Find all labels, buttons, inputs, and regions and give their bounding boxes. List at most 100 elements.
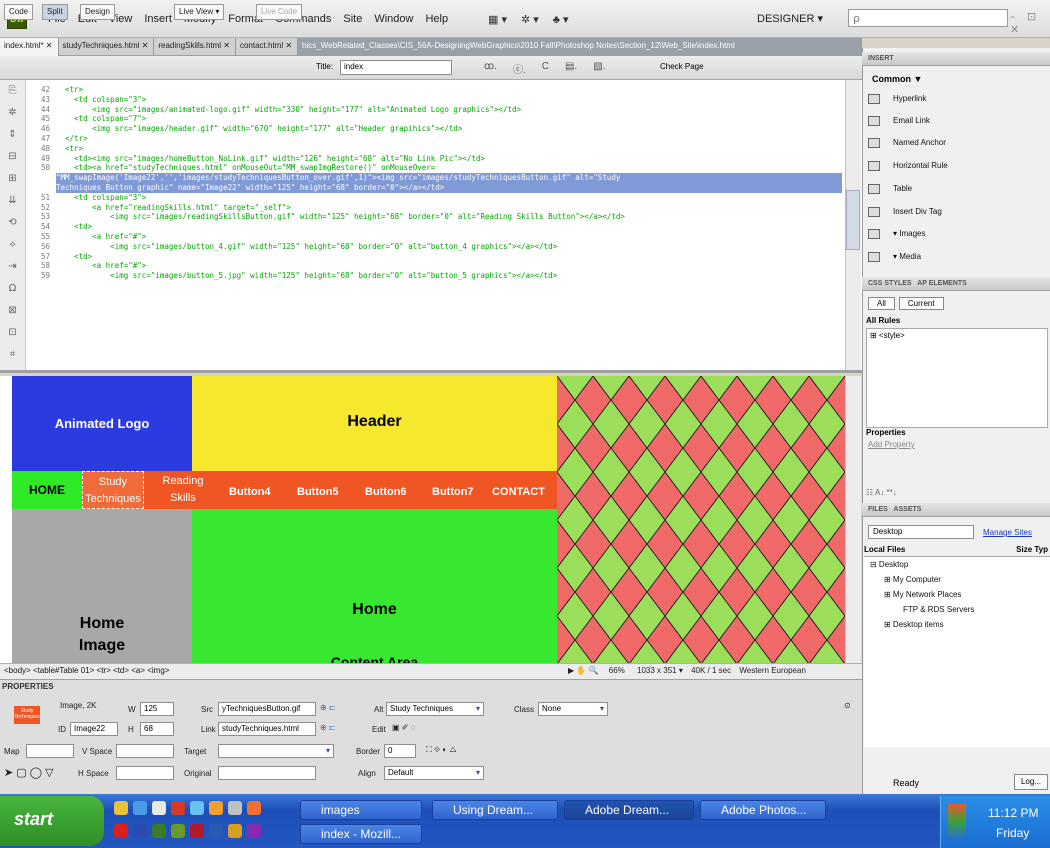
tag-selector[interactable]: <body> <table#Table 01> <tr> <td> <a> <i…: [4, 666, 169, 675]
code-line[interactable]: <tr>: [56, 144, 842, 154]
extend-menu-icon[interactable]: ✲ ▾: [521, 13, 539, 26]
tab-index[interactable]: index.html* ✕: [0, 38, 59, 56]
code-line[interactable]: <img src="images/header.gif" width="670"…: [56, 124, 842, 134]
menu-insert[interactable]: Insert: [138, 13, 178, 25]
fireworks-icon[interactable]: [171, 824, 185, 838]
code-editor[interactable]: <tr> <td colspan="3"> <img src="images/a…: [56, 85, 842, 281]
insert-named-anchor[interactable]: Named Anchor: [893, 138, 946, 147]
explorer-icon[interactable]: [114, 801, 128, 815]
width-input[interactable]: 125: [140, 702, 174, 716]
code-line[interactable]: <a href="#">: [56, 261, 842, 271]
start-button[interactable]: start: [0, 796, 104, 846]
code-line[interactable]: <td colspan="3">: [56, 95, 842, 105]
hspace-input[interactable]: [116, 766, 174, 780]
live-code-button[interactable]: Live Code: [256, 4, 303, 20]
nav-reading-skills-button[interactable]: Reading Skills: [152, 471, 214, 509]
expand-all-icon[interactable]: ⊟: [0, 146, 25, 168]
height-input[interactable]: 68: [140, 722, 174, 736]
select-tool-icon[interactable]: ▶ ✋ 🔍: [568, 666, 599, 675]
task-adobe-dreamweaver[interactable]: Adobe Dream...: [564, 800, 694, 820]
word-icon[interactable]: [133, 824, 147, 838]
clock[interactable]: 11:12 PM: [988, 806, 1038, 820]
insert-panel-tab[interactable]: INSERT: [862, 52, 1050, 66]
app-icon-6[interactable]: [209, 801, 223, 815]
collapse-selection-icon[interactable]: ⇕: [0, 124, 25, 146]
tree-ftp-rds[interactable]: FTP & RDS Servers: [903, 605, 974, 614]
log-button[interactable]: Log...: [1014, 774, 1048, 790]
nav-button4[interactable]: Button4: [229, 486, 271, 498]
menu-help[interactable]: Help: [419, 13, 454, 25]
photoshop-icon[interactable]: [209, 824, 223, 838]
code-line[interactable]: <td>: [56, 252, 842, 262]
refresh-icon[interactable]: C: [542, 61, 549, 76]
diamond-pattern-image[interactable]: [557, 376, 845, 663]
remove-comment-icon[interactable]: ⊠: [0, 300, 25, 322]
insert-div-tag[interactable]: Insert Div Tag: [893, 207, 942, 216]
tree-network-places[interactable]: ⊞ My Network Places: [884, 590, 961, 599]
code-line[interactable]: <td><a href="studyTechniques.html" onMou…: [56, 163, 842, 173]
firefox-icon[interactable]: [247, 801, 261, 815]
open-documents-icon[interactable]: ⎘: [0, 80, 25, 102]
css-all-button[interactable]: All: [868, 297, 895, 310]
zoom-level[interactable]: 66%: [609, 666, 625, 675]
border-input[interactable]: 0: [384, 744, 416, 758]
manage-sites-link[interactable]: Manage Sites: [983, 528, 1032, 537]
site-menu-icon[interactable]: ♣ ▾: [553, 13, 569, 26]
tray-icons[interactable]: [948, 804, 966, 840]
menu-window[interactable]: Window: [368, 13, 419, 25]
line-numbers-icon[interactable]: ⟲: [0, 212, 25, 234]
design-view-button[interactable]: Design: [80, 4, 115, 20]
live-view-button[interactable]: Live View ▾: [174, 4, 225, 20]
illustrator-icon[interactable]: [228, 824, 242, 838]
src-input[interactable]: yTechniquesButton.gif: [218, 702, 316, 716]
apply-comment-icon[interactable]: Ω: [0, 278, 25, 300]
app-icon-4[interactable]: [171, 801, 185, 815]
window-size[interactable]: 1033 x 351 ▾: [637, 666, 683, 675]
insert-email-link[interactable]: Email Link: [893, 116, 930, 125]
css-current-button[interactable]: Current: [898, 297, 944, 310]
code-line[interactable]: <a href="#">: [56, 232, 842, 242]
help-icon[interactable]: ⊙: [844, 701, 851, 710]
menu-site[interactable]: Site: [337, 13, 368, 25]
syntax-error-icon[interactable]: ⇥: [0, 256, 25, 278]
code-line[interactable]: <td colspan="3">: [56, 193, 842, 203]
nav-study-techniques-button[interactable]: Study Techniques: [82, 471, 144, 509]
tab-assets[interactable]: ASSETS: [893, 506, 921, 513]
file-management-icon[interactable]: ꝏ.: [484, 61, 497, 76]
desktop-icon[interactable]: [152, 801, 166, 815]
task-using-dreamweaver[interactable]: Using Dream...: [432, 800, 558, 820]
dreamweaver-icon[interactable]: [152, 824, 166, 838]
original-input[interactable]: [218, 766, 316, 780]
alt-select[interactable]: Study Techniques: [386, 702, 484, 716]
insert-horizontal-rule[interactable]: Horizontal Rule: [893, 161, 948, 170]
app-icon-8[interactable]: [247, 824, 261, 838]
insert-images[interactable]: ▾ Images: [893, 229, 925, 238]
code-line[interactable]: <img src="images/animated-logo.gif" widt…: [56, 105, 842, 115]
browse-link-icon[interactable]: ⊕ ⊏: [320, 723, 336, 732]
code-line[interactable]: <td colspan="7">: [56, 114, 842, 124]
insert-table[interactable]: Table: [893, 184, 912, 193]
files-location-select[interactable]: Desktop: [868, 525, 974, 539]
image-edit-tools-icons[interactable]: ⛶ ⟐ ◐ △: [426, 745, 457, 755]
code-line[interactable]: <td>: [56, 222, 842, 232]
nav-button7[interactable]: Button7: [432, 486, 474, 498]
tab-contact[interactable]: contact.html ✕: [236, 38, 299, 56]
app-icon-7[interactable]: [228, 801, 242, 815]
collapse-icon[interactable]: ✲: [0, 102, 25, 124]
tab-study-techniques[interactable]: studyTechniques.html ✕: [59, 38, 155, 56]
validate-icon[interactable]: ▧.: [593, 61, 605, 76]
code-scroll-thumb[interactable]: [846, 190, 860, 250]
tree-my-computer[interactable]: ⊞ My Computer: [884, 575, 941, 584]
nav-contact-button[interactable]: CONTACT: [492, 486, 545, 498]
code-line[interactable]: <tr>: [56, 85, 842, 95]
acrobat-icon[interactable]: [114, 824, 128, 838]
size-column[interactable]: Size Typ: [1016, 545, 1048, 554]
split-view-button[interactable]: Split: [42, 4, 68, 20]
tab-reading-skills[interactable]: readingSkills.html ✕: [154, 38, 236, 56]
layout-menu-icon[interactable]: ▦ ▾: [488, 13, 507, 26]
preview-browser-icon[interactable]: ⓒ.: [513, 61, 526, 76]
help-search-input[interactable]: ρ: [848, 9, 1008, 27]
nav-home-button[interactable]: HOME: [12, 471, 82, 509]
page-title-input[interactable]: index: [340, 60, 452, 75]
highlight-invalid-icon[interactable]: ⟡: [0, 234, 25, 256]
